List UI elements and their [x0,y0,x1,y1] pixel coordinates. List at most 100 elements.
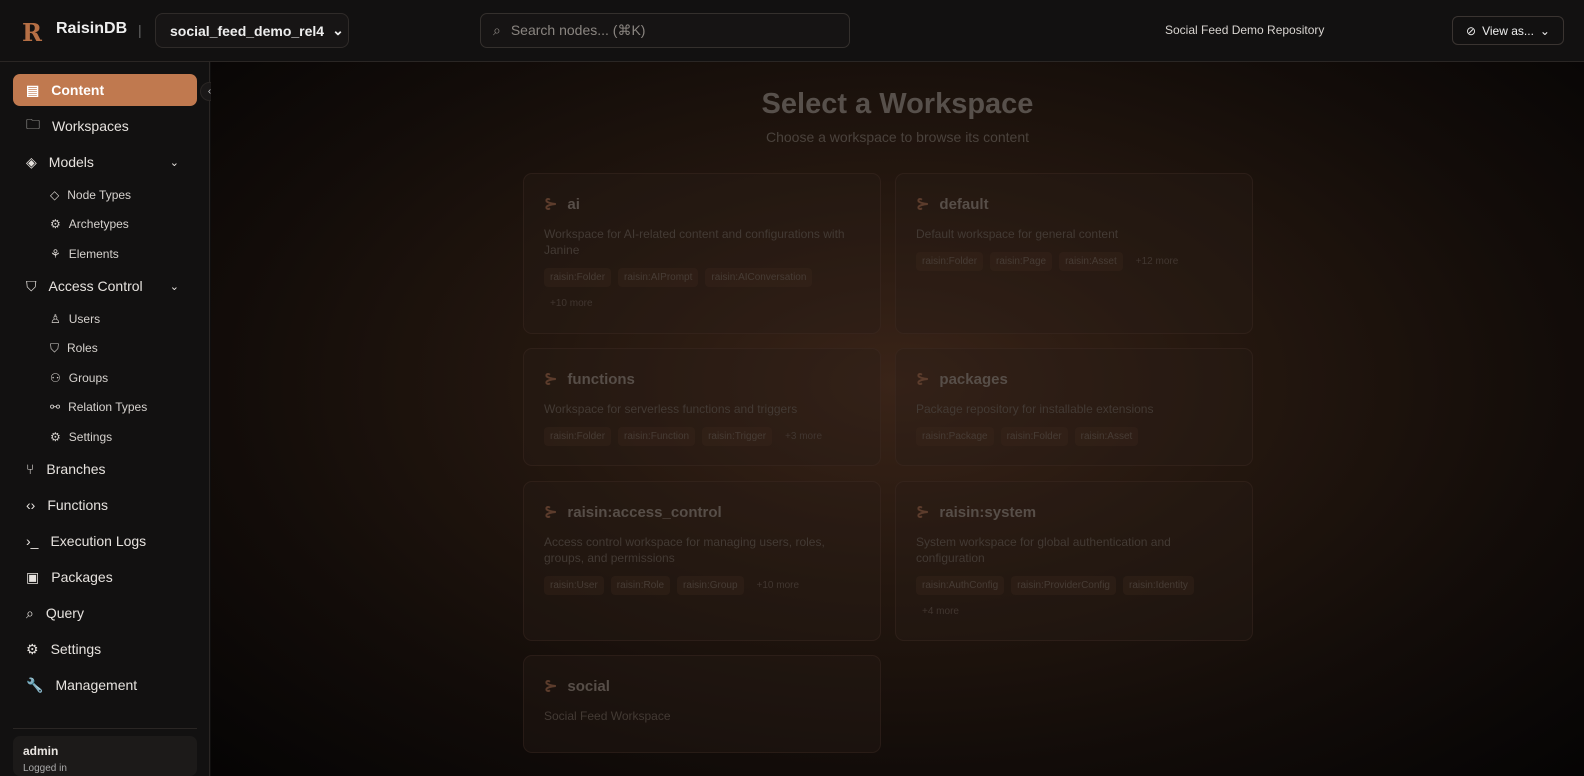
node-type-tag: raisin:Role [610,576,671,595]
node-type-tag: raisin:AIPrompt [618,268,699,287]
node-type-tag: raisin:Trigger [702,427,773,446]
search-input[interactable]: ⌕ Search nodes... (⌘K) [480,13,850,48]
node-type-tag: raisin:Package [916,427,994,446]
raisindb-logo[interactable]: R [22,18,42,47]
sidebar: admin Logged in ▤ Content 🗀 Workspaces ◈ Model… [0,62,210,776]
tag-list: raisin:Folder raisin:AIPrompt raisin:AICon… [544,268,860,313]
sidebar-item-branches[interactable]: ⑂ Branches [13,453,197,485]
sidebar-item-label: Branches [46,461,106,477]
workspace-card[interactable]: ⊱ raisin:system System workspace for globa… [895,481,1253,641]
more-tags-count: +4 more [922,606,959,617]
access-control-icon: ⛉ [26,277,37,294]
sidebar-item-label: Settings [68,430,113,444]
sidebar-item-roles[interactable]: ⛉ Roles [48,336,232,360]
user-panel[interactable]: admin Logged in [13,736,197,776]
workspace-description: Social Feed Workspace [544,709,671,723]
node-type-tag: raisin:ProviderConfig [1011,576,1116,595]
workspace-name: functions [567,370,635,388]
chevron-down-icon: ⌄ [332,22,344,38]
node-type-tag: raisin:Asset [1059,252,1123,271]
sidebar-item-groups[interactable]: ⚇ Groups [48,366,232,390]
repository-selector[interactable]: social_feed_demo_rel4 ⌄ [155,13,349,48]
sidebar-item-label: Content [51,82,105,98]
sidebar-item-node-types[interactable]: ◇ Node Types [48,183,232,207]
page-subtitle: Choose a workspace to browse its content [765,129,1030,145]
workspace-card[interactable]: ⊱ ai Workspace for AI-related content and … [523,173,881,334]
sidebar-item-access-control[interactable]: ⛉ Access Control ⌄ [13,270,197,302]
workspace-description: Workspace for AI-related content and con… [544,227,845,257]
view-as-label: View as... [1482,23,1534,38]
sidebar-item-archetypes[interactable]: ⚙ Archetypes [48,212,232,236]
workspace-card[interactable]: ⊱ default Default workspace for general co… [895,173,1253,334]
top-bar: R RaisinDB | social_feed_demo_rel4 ⌄ ⌕ Sea… [0,0,1584,62]
functions-icon: ‹› [26,497,36,513]
node-type-tag: raisin:Asset [1074,427,1139,446]
sidebar-item-label: Query [45,605,84,621]
workspace-card[interactable]: ⊱ packages Package repository for installa… [895,348,1253,466]
sidebar-item-label: Node Types [67,188,132,202]
groups-icon: ⚇ [50,371,61,385]
branches-icon: ⑂ [26,461,35,477]
sidebar-item-label: Packages [51,569,113,585]
sidebar-item-relation-types[interactable]: ⚯ Relation Types [48,395,232,419]
folder-tree-icon: ⊱ [544,196,558,213]
content-icon: ▤ [26,81,40,98]
workspace-card[interactable]: ⊱ functions Workspace for serverless funct… [523,348,881,466]
sidebar-item-label: Groups [68,371,109,385]
folder-tree-icon: ⊱ [916,371,930,388]
user-status: Logged in [23,763,67,774]
sidebar-item-query[interactable]: ⌕ Query [13,597,197,629]
settings-icon: ⚙ [26,640,39,657]
sidebar-item-models[interactable]: ◈ Models ⌄ [13,146,197,178]
sidebar-item-packages[interactable]: ▣ Packages [13,561,197,593]
brand-name: RaisinDB [56,20,128,37]
workspace-card[interactable]: ⊱ raisin:access_control Access control wor… [523,481,881,641]
search-icon: ⌕ [493,22,501,38]
tag-list: raisin:AuthConfig raisin:ProviderConfig ra… [916,576,1232,621]
workspace-name: packages [939,370,1008,388]
workspace-name: raisin:system [939,503,1037,521]
sidebar-divider [13,728,197,729]
sidebar-item-label: Functions [47,497,109,513]
tag-list: raisin:User raisin:Role raisin:Group +10 mo… [544,576,860,595]
workspace-name: raisin:access_control [567,503,722,521]
node-type-tag: raisin:User [544,576,604,595]
node-type-tag: raisin:Folder [916,252,984,271]
settings-icon: ⚙ [50,430,61,444]
sidebar-item-functions[interactable]: ‹› Functions [13,489,197,521]
workspace-description: Workspace for serverless functions and t… [544,402,798,416]
node-type-tag: raisin:Group [677,576,744,595]
sidebar-item-elements[interactable]: ⚘ Elements [48,242,232,266]
workspace-description: Access control workspace for managing us… [544,535,825,565]
folder-tree-icon: ⊱ [916,196,930,213]
folder-tree-icon: ⊱ [916,504,930,521]
workspace-card[interactable]: ⊱ social Social Feed Workspace [523,655,881,753]
sidebar-item-settings[interactable]: ⚙ Settings [48,425,232,449]
sidebar-item-label: Archetypes [68,217,129,231]
roles-icon: ⛉ [50,340,60,355]
archetypes-icon: ⚙ [50,217,61,231]
node-type-tag: raisin:Identity [1122,576,1194,595]
sidebar-item-label: Execution Logs [50,533,147,549]
view-as-button[interactable]: ⊘ View as... ⌄ [1452,16,1564,45]
chevron-down-icon[interactable]: ⌄ [170,156,179,169]
workspaces-icon: 🗀 [26,116,40,132]
node-type-tag: raisin:Folder [544,427,612,446]
eye-off-icon: ⊘ [1466,23,1477,38]
chevron-down-icon[interactable]: ⌄ [170,280,179,293]
separator: | [138,22,142,38]
sidebar-item-execution-logs[interactable]: ›_ Execution Logs [13,525,197,557]
sidebar-item-workspaces[interactable]: 🗀 Workspaces [13,110,197,142]
more-tags-count: +10 more [756,580,800,591]
sidebar-item-management[interactable]: 🔧 Management [13,669,197,701]
sidebar-item-content[interactable]: ▤ Content [13,74,197,106]
folder-tree-icon: ⊱ [544,371,558,388]
workspace-name: default [939,195,989,213]
workspace-name: social [567,677,610,695]
tag-list: raisin:Folder raisin:Page raisin:Asset +12 … [916,252,1232,271]
sidebar-item-settings[interactable]: ⚙ Settings [13,633,197,665]
sidebar-item-users[interactable]: ♙ Users [48,307,232,331]
node-type-tag: raisin:AuthConfig [916,576,1005,595]
users-icon: ♙ [50,312,61,326]
execution-logs-icon: ›_ [26,533,39,549]
